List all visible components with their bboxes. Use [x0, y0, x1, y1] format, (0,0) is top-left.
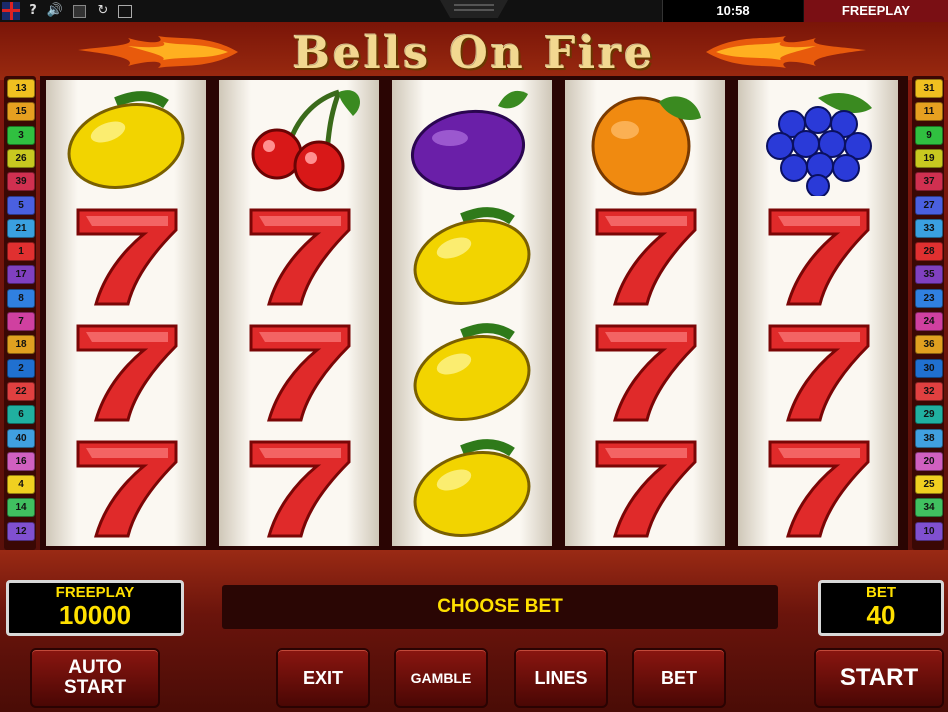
payline-indicator-1: 1	[7, 242, 35, 262]
window-icon[interactable]	[116, 2, 134, 20]
message-display: CHOOSE BET	[222, 585, 778, 629]
payline-indicator-4: 4	[7, 475, 35, 495]
exit-button[interactable]: EXIT	[276, 648, 370, 708]
gamble-button[interactable]: GAMBLE	[394, 648, 488, 708]
lemon-icon	[413, 207, 531, 305]
seven-icon	[249, 208, 351, 306]
lemon-icon	[413, 439, 531, 537]
seven-icon	[768, 324, 870, 422]
freeplay-tab: FREEPLAY	[804, 0, 948, 22]
freeplay-balance-box: FREEPLAY 10000	[6, 580, 184, 636]
payline-indicator-30: 30	[915, 358, 943, 378]
auto-start-line2: START	[64, 677, 126, 698]
payline-indicator-16: 16	[7, 451, 35, 471]
payline-indicator-22: 22	[7, 381, 35, 401]
payline-indicator-39: 39	[7, 172, 35, 192]
language-flag-icon[interactable]	[2, 2, 20, 20]
seven-icon	[768, 440, 870, 538]
help-icon[interactable]: ?	[24, 2, 42, 20]
seven-icon	[76, 440, 178, 538]
payline-indicator-18: 18	[7, 335, 35, 355]
payline-indicator-2: 2	[7, 358, 35, 378]
menu-handle[interactable]	[440, 0, 508, 18]
sound-icon[interactable]: 🔊	[46, 2, 64, 20]
seven-icon	[595, 208, 697, 306]
lemon-icon	[67, 91, 185, 189]
payline-indicator-35: 35	[915, 265, 943, 285]
plum-icon	[410, 90, 528, 191]
payline-indicator-28: 28	[915, 242, 943, 262]
seven-icon	[249, 440, 351, 538]
payline-indicator-25: 25	[915, 475, 943, 495]
bet-value: 40	[866, 600, 896, 630]
reload-icon[interactable]: ↻	[94, 2, 112, 20]
payline-indicator-11: 11	[915, 102, 943, 122]
clock: 10:58	[716, 3, 750, 18]
title-band: Bells On Fire	[0, 22, 948, 80]
payline-indicator-20: 20	[915, 451, 943, 471]
game-title: Bells On Fire	[292, 28, 656, 79]
start-button[interactable]: START	[814, 648, 944, 708]
payline-indicator-37: 37	[915, 172, 943, 192]
reel-5	[738, 80, 898, 546]
clock-box: 10:58	[662, 0, 803, 22]
seven-icon	[595, 440, 697, 538]
seven-icon	[768, 208, 870, 306]
payline-indicator-7: 7	[7, 312, 35, 331]
seven-icon	[76, 208, 178, 306]
reel-1	[46, 80, 206, 546]
payline-indicator-10: 10	[915, 521, 943, 541]
auto-start-button[interactable]: AUTO START	[30, 648, 160, 708]
payline-indicator-9: 9	[915, 125, 943, 145]
payline-indicator-23: 23	[915, 288, 943, 308]
cherry-icon	[251, 89, 361, 192]
payline-indicator-19: 19	[915, 148, 943, 168]
payline-indicator-17: 17	[7, 265, 35, 285]
payline-indicator-21: 21	[7, 218, 35, 238]
seven-icon	[249, 324, 351, 422]
payline-indicator-33: 33	[915, 218, 943, 238]
payline-indicator-3: 3	[7, 125, 35, 145]
payline-indicator-15: 15	[7, 102, 35, 122]
payline-indicator-38: 38	[915, 428, 943, 448]
payline-indicator-31: 31	[915, 79, 943, 98]
payline-indicator-40: 40	[7, 428, 35, 448]
seven-icon	[76, 324, 178, 422]
payline-indicator-24: 24	[915, 312, 943, 331]
auto-start-line1: AUTO	[68, 657, 122, 678]
payline-indicator-6: 6	[7, 405, 35, 425]
orange-icon	[591, 96, 701, 196]
payline-indicator-36: 36	[915, 335, 943, 355]
lines-button[interactable]: LINES	[514, 648, 608, 708]
reel-2	[219, 80, 379, 546]
reel-4	[565, 80, 725, 546]
reel-3	[392, 80, 552, 546]
bet-button[interactable]: BET	[632, 648, 726, 708]
game-frame: Bells On Fire 13 15 3 26 39 5 21 1 17 8 7 18 2 22 6 40 1…	[0, 22, 948, 712]
payline-indicator-32: 32	[915, 381, 943, 401]
status-bar: ? 🔊 ↻ 10:58 FREEPLAY	[0, 0, 948, 23]
freeplay-label: FREEPLAY	[55, 584, 135, 601]
reel-area	[40, 76, 908, 550]
payline-indicators-left: 13 15 3 26 39 5 21 1 17 8 7 18 2 22 6 40 16 4 14 12	[4, 76, 36, 550]
bet-box: BET 40	[818, 580, 944, 636]
payline-indicators-right: 31 11 9 19 37 27 33 28 35 23 24 36 30 32 29 38 20 25 34 10	[912, 76, 944, 550]
grapes-icon	[766, 93, 872, 196]
payline-indicator-29: 29	[915, 405, 943, 425]
control-panel: FREEPLAY 10000 CHOOSE BET BET 40 AUTO ST…	[0, 550, 948, 712]
payline-indicator-5: 5	[7, 195, 35, 215]
payline-indicator-8: 8	[7, 288, 35, 308]
bet-label: BET	[866, 584, 896, 601]
freeplay-value: 10000	[58, 600, 132, 630]
payline-indicator-26: 26	[7, 148, 35, 168]
payline-indicator-13: 13	[7, 79, 35, 98]
lemon-icon	[413, 323, 531, 421]
payline-indicator-34: 34	[915, 498, 943, 518]
payline-indicator-27: 27	[915, 195, 943, 215]
payline-indicator-12: 12	[7, 521, 35, 541]
payline-indicator-14: 14	[7, 498, 35, 518]
stop-icon[interactable]	[70, 2, 88, 20]
seven-icon	[595, 324, 697, 422]
